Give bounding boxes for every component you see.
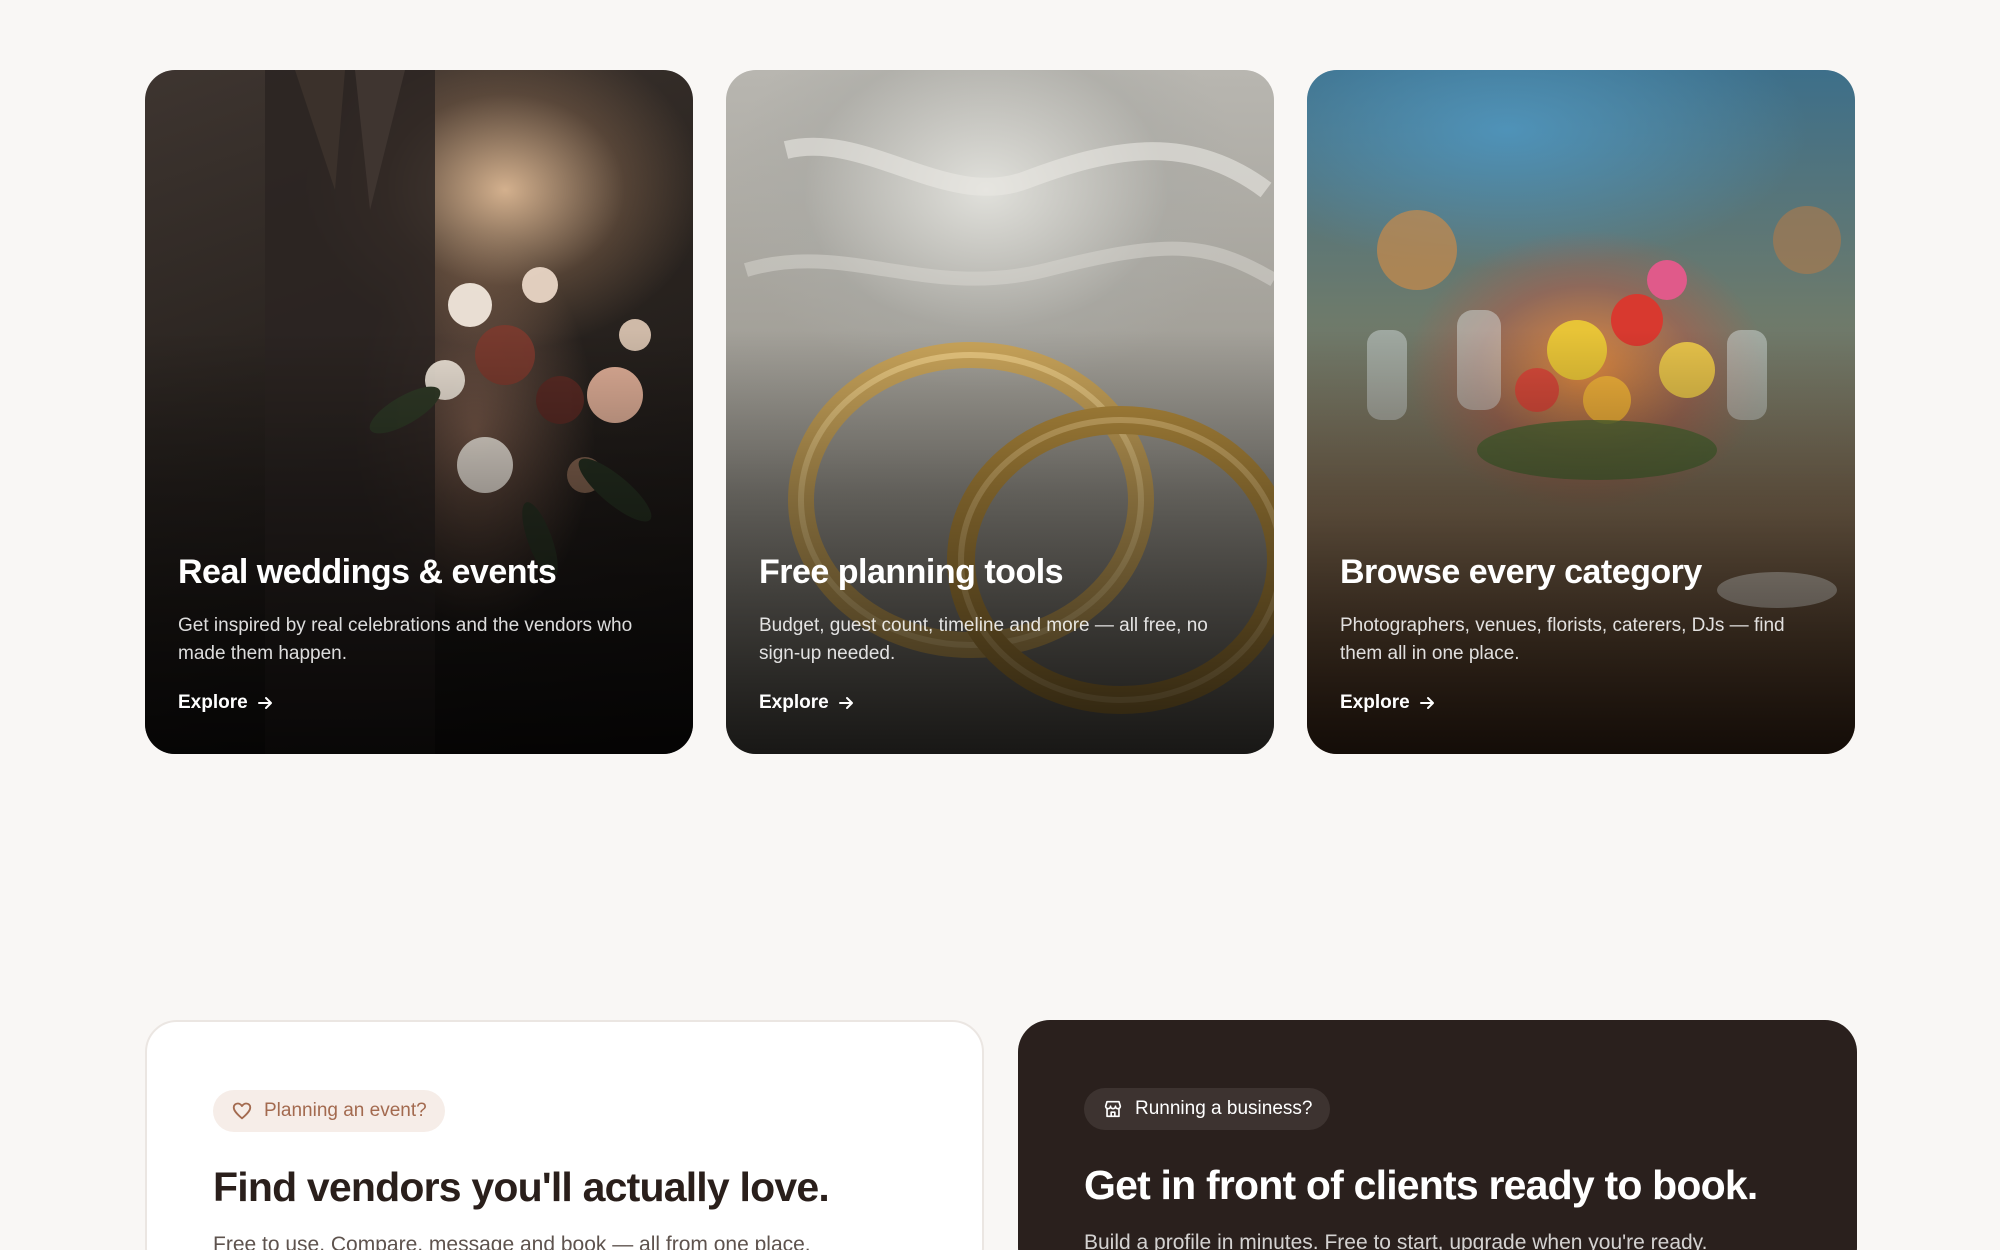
page: Real weddings & events Get inspired by r… [0,0,2000,1250]
planner-cta-title: Find vendors you'll actually love. [213,1164,830,1210]
explore-link-label: Explore [759,692,829,713]
feature-card-browse-categories[interactable]: Browse every category Photographers, ven… [1307,70,1855,754]
business-cta-subtitle: Build a profile in minutes. Free to star… [1084,1231,1708,1250]
card-title: Browse every category [1340,553,1702,591]
planner-cta-card[interactable]: Planning an event? Find vendors you'll a… [145,1020,984,1250]
feature-card-real-weddings[interactable]: Real weddings & events Get inspired by r… [145,70,693,754]
business-cta-card[interactable]: Running a business? Get in front of clie… [1018,1020,1857,1250]
arrow-right-icon [256,694,274,712]
explore-link-label: Explore [1340,692,1410,713]
card-title: Free planning tools [759,553,1064,591]
feature-cards: Real weddings & events Get inspired by r… [145,70,1855,754]
planner-pill: Planning an event? [213,1090,445,1132]
arrow-right-icon [1418,694,1436,712]
card-description: Budget, guest count, timeline and more —… [759,615,1208,664]
explore-link[interactable]: Explore [1340,692,1436,714]
card-content: Real weddings & events Get inspired by r… [178,553,663,714]
card-content: Browse every category Photographers, ven… [1340,553,1825,714]
explore-link-label: Explore [178,692,248,713]
cta-panels: Planning an event? Find vendors you'll a… [145,1020,1857,1250]
business-pill-label: Running a business? [1135,1098,1313,1119]
explore-link[interactable]: Explore [178,692,274,714]
heart-icon [231,1100,253,1122]
planner-cta-subtitle: Free to use. Compare, message and book —… [213,1233,811,1250]
explore-link[interactable]: Explore [759,692,855,714]
planner-pill-label: Planning an event? [264,1100,427,1121]
business-cta-title: Get in front of clients ready to book. [1084,1162,1758,1208]
arrow-right-icon [837,694,855,712]
card-description: Photographers, venues, florists, caterer… [1340,615,1785,664]
card-title: Real weddings & events [178,553,557,591]
business-pill: Running a business? [1084,1088,1331,1130]
storefront-icon [1102,1098,1124,1120]
feature-card-planning-tools[interactable]: Free planning tools Budget, guest count,… [726,70,1274,754]
card-content: Free planning tools Budget, guest count,… [759,553,1244,714]
card-description: Get inspired by real celebrations and th… [178,615,633,664]
